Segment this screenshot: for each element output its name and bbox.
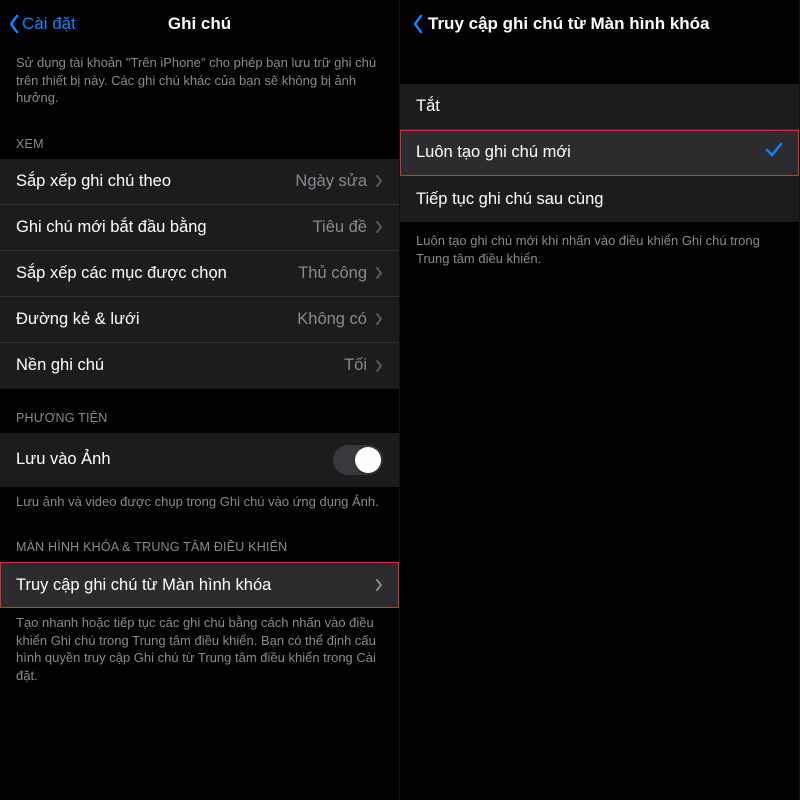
row-startwith[interactable]: Ghi chú mới bắt đầu bằng Tiêu đề — [0, 205, 399, 251]
option-always-new-label: Luôn tạo ghi chú mới — [416, 143, 571, 162]
row-startwith-label: Ghi chú mới bắt đầu bằng — [16, 218, 207, 237]
option-resume-last-label: Tiếp tục ghi chú sau cùng — [416, 190, 603, 209]
row-sort-label: Sắp xếp ghi chú theo — [16, 172, 171, 191]
row-arrange-value: Thủ công — [298, 264, 367, 283]
row-arrange[interactable]: Sắp xếp các mục được chọn Thủ công — [0, 251, 399, 297]
right-content: Tắt Luôn tạo ghi chú mới Tiếp tục ghi ch… — [400, 48, 799, 800]
section-header-view: XEM — [0, 115, 399, 159]
navbar-left: Cài đặt Ghi chú — [0, 0, 399, 48]
chevron-left-icon — [412, 14, 424, 34]
chevron-left-icon — [8, 14, 20, 34]
section-header-media: PHƯƠNG TIỆN — [0, 389, 399, 433]
row-lines[interactable]: Đường kẻ & lưới Không có — [0, 297, 399, 343]
row-bg-value: Tối — [344, 356, 367, 375]
row-lines-label: Đường kẻ & lưới — [16, 310, 140, 329]
section-header-lock: MÀN HÌNH KHÓA & TRUNG TÂM ĐIỀU KHIỂN — [0, 518, 399, 562]
right-description: Luôn tạo ghi chú mới khi nhấn vào điều k… — [400, 222, 799, 275]
chevron-right-icon — [375, 266, 383, 280]
chevron-right-icon — [375, 312, 383, 326]
navbar-right: Truy cập ghi chú từ Màn hình khóa — [400, 0, 799, 48]
chevron-right-icon — [375, 578, 383, 592]
option-off[interactable]: Tắt — [400, 84, 799, 130]
row-access-lock[interactable]: Truy cập ghi chú từ Màn hình khóa — [0, 562, 399, 608]
row-access-lock-label: Truy cập ghi chú từ Màn hình khóa — [16, 576, 271, 595]
option-resume-last[interactable]: Tiếp tục ghi chú sau cùng — [400, 176, 799, 222]
media-description: Lưu ảnh và video được chụp trong Ghi chú… — [0, 487, 399, 519]
left-screen: Cài đặt Ghi chú Sử dụng tài khoản "Trên … — [0, 0, 400, 800]
option-always-new[interactable]: Luôn tạo ghi chú mới — [400, 130, 799, 176]
back-button[interactable] — [408, 14, 424, 34]
chevron-right-icon — [375, 174, 383, 188]
top-description: Sử dụng tài khoản "Trên iPhone" cho phép… — [0, 48, 399, 115]
row-lines-value: Không có — [297, 310, 367, 329]
back-label: Cài đặt — [22, 14, 76, 34]
lock-group: Truy cập ghi chú từ Màn hình khóa — [0, 562, 399, 608]
page-title: Truy cập ghi chú từ Màn hình khóa — [428, 14, 710, 34]
row-bg[interactable]: Nền ghi chú Tối — [0, 343, 399, 389]
lock-description: Tạo nhanh hoặc tiếp tục các ghi chú bằng… — [0, 608, 399, 692]
option-off-label: Tắt — [416, 97, 440, 116]
left-content: Sử dụng tài khoản "Trên iPhone" cho phép… — [0, 48, 399, 800]
chevron-right-icon — [375, 359, 383, 373]
options-group: Tắt Luôn tạo ghi chú mới Tiếp tục ghi ch… — [400, 84, 799, 222]
row-save-photos[interactable]: Lưu vào Ảnh — [0, 433, 399, 487]
row-startwith-value: Tiêu đề — [313, 218, 367, 237]
right-screen: Truy cập ghi chú từ Màn hình khóa Tắt Lu… — [400, 0, 800, 800]
row-arrange-label: Sắp xếp các mục được chọn — [16, 264, 227, 283]
row-sort[interactable]: Sắp xếp ghi chú theo Ngày sửa — [0, 159, 399, 205]
chevron-right-icon — [375, 220, 383, 234]
row-save-photos-label: Lưu vào Ảnh — [16, 450, 111, 469]
back-button[interactable]: Cài đặt — [8, 14, 76, 34]
media-group: Lưu vào Ảnh — [0, 433, 399, 487]
checkmark-icon — [765, 142, 783, 163]
row-sort-value: Ngày sửa — [295, 172, 367, 191]
page-title: Ghi chú — [168, 14, 231, 34]
toggle-knob — [355, 447, 381, 473]
row-bg-label: Nền ghi chú — [16, 356, 104, 375]
view-group: Sắp xếp ghi chú theo Ngày sửa Ghi chú mớ… — [0, 159, 399, 389]
save-photos-toggle[interactable] — [333, 445, 383, 475]
